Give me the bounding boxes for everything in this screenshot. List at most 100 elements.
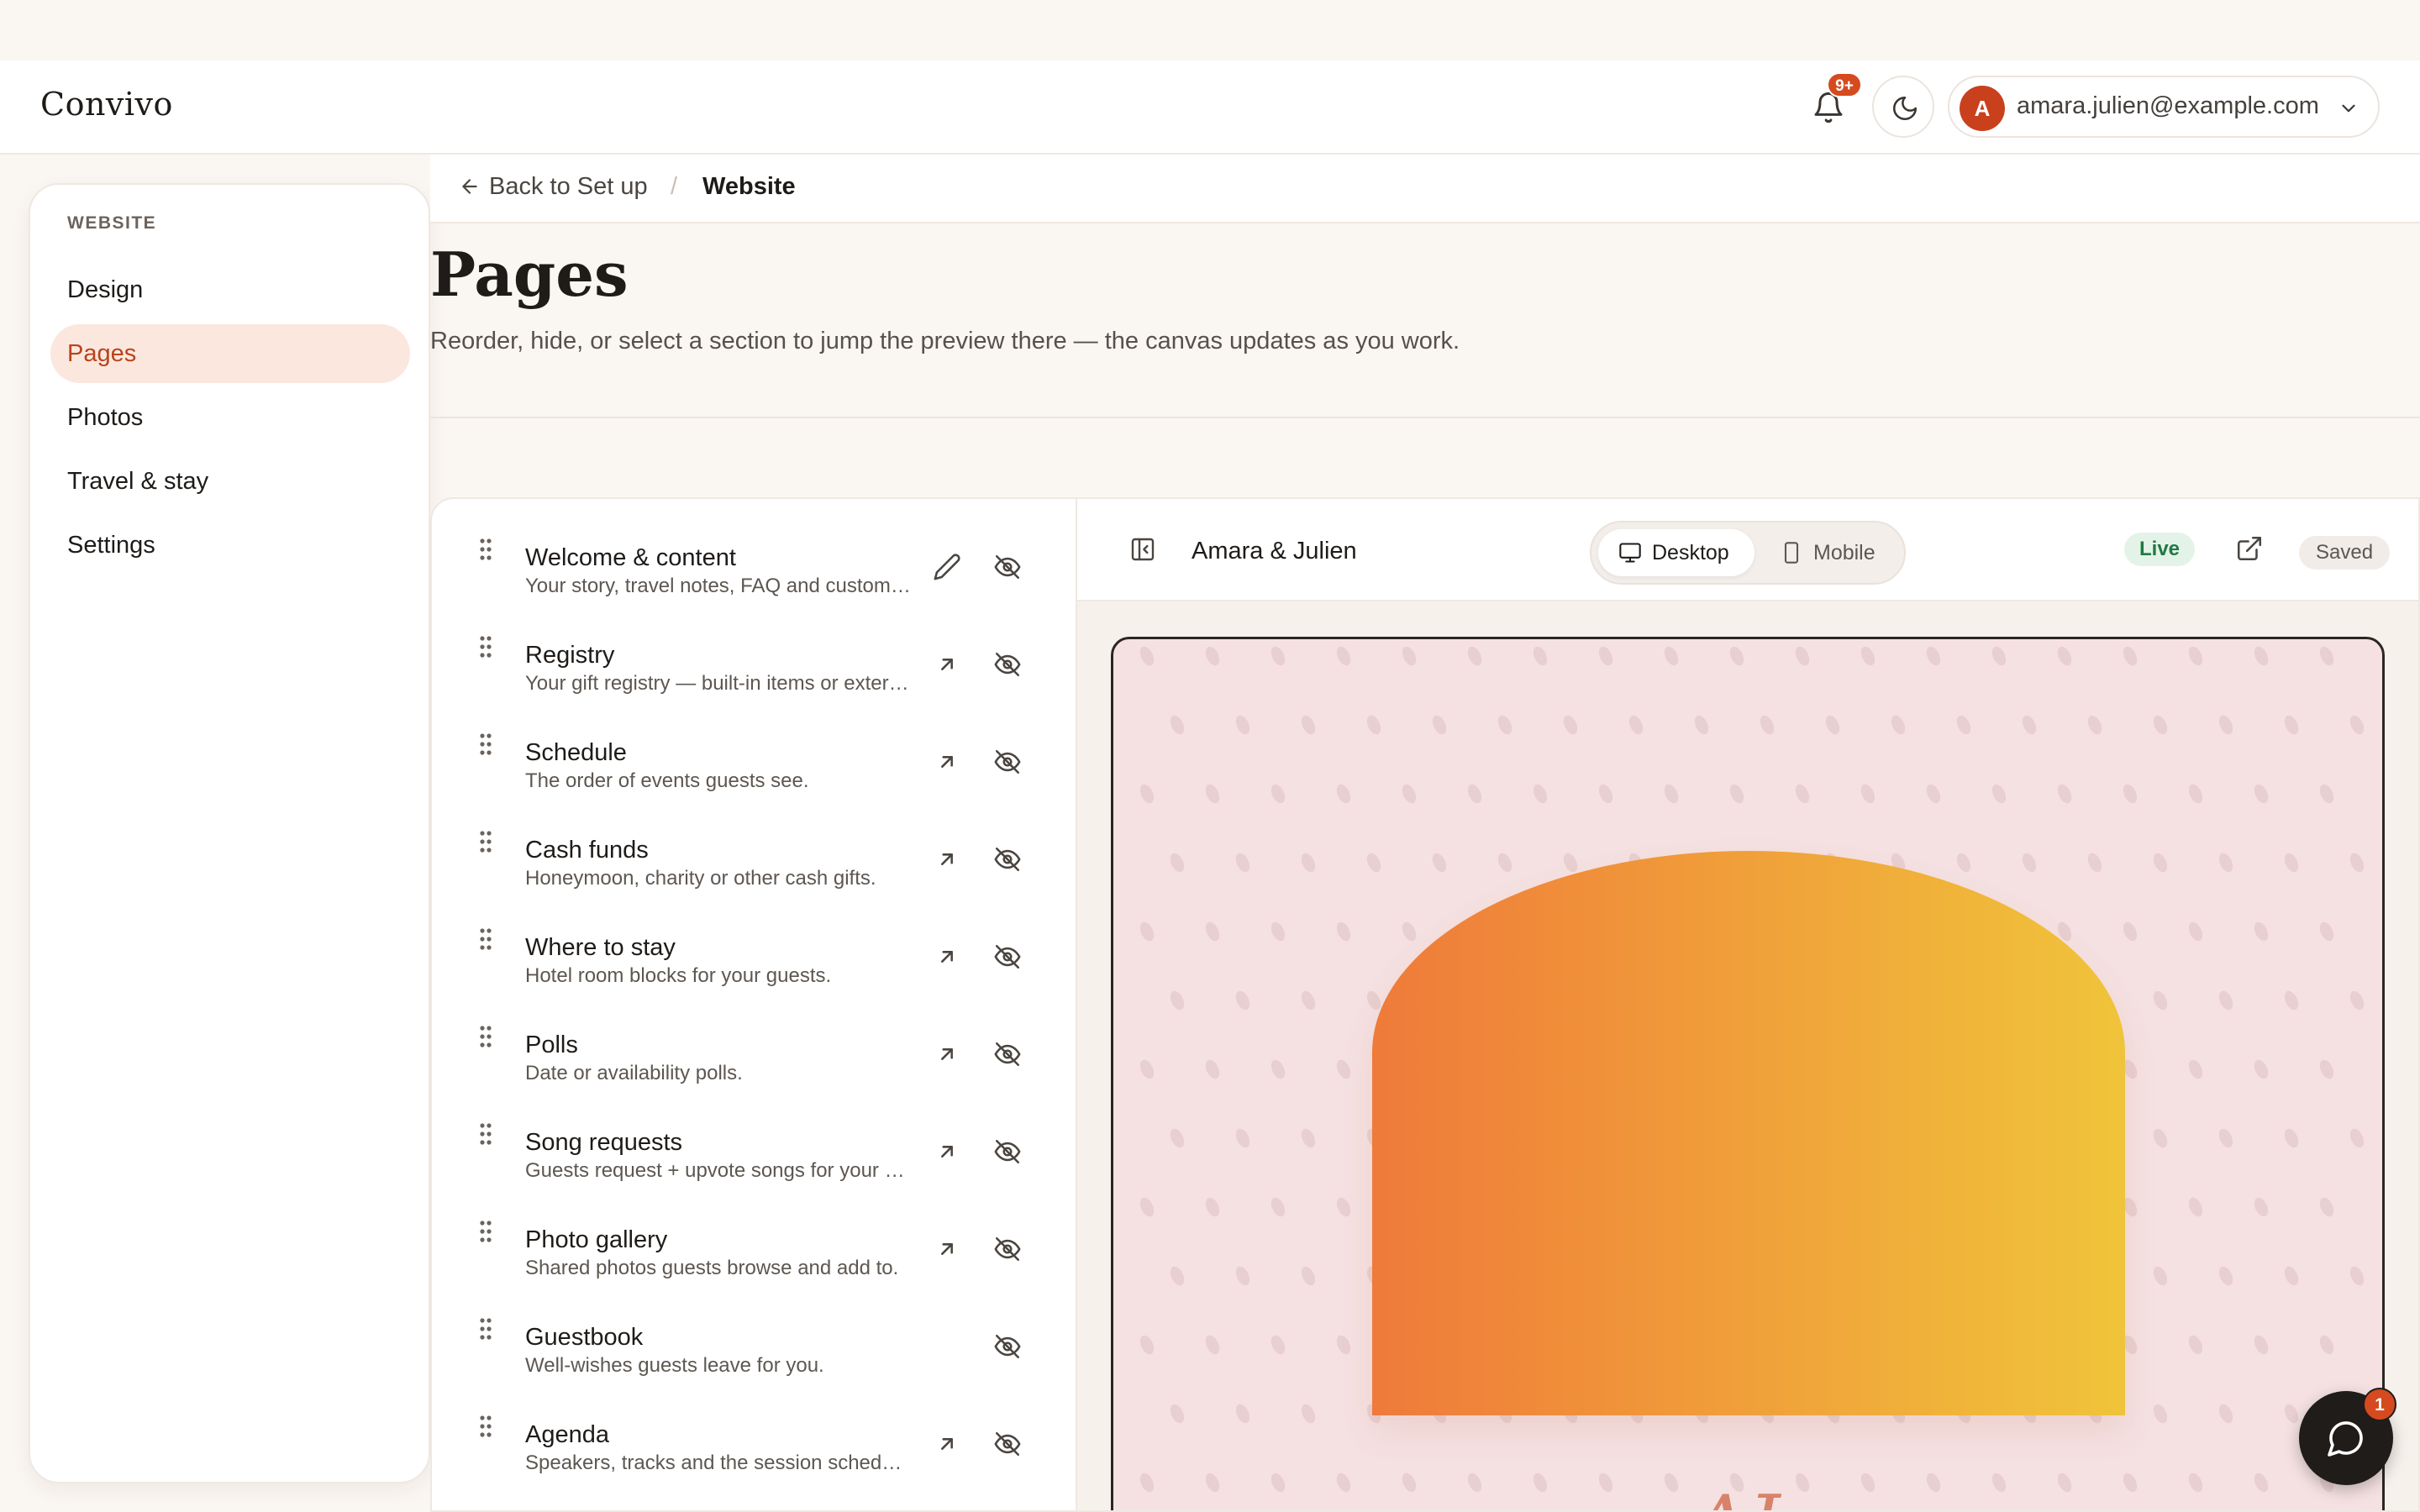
chat-bubble-icon (2328, 1421, 2363, 1457)
page-subtitle: Reorder, hide, or select a section to ju… (430, 328, 1460, 354)
sidebar-item-design[interactable]: Design (50, 260, 410, 319)
drag-handle-icon[interactable] (479, 635, 492, 659)
section-title: Guestbook (525, 1324, 644, 1351)
user-menu-button[interactable]: A amara.julien@example.com (1948, 76, 2380, 138)
breadcrumb-separator: / (671, 173, 678, 200)
desktop-label: Desktop (1652, 541, 1729, 564)
app-logo[interactable]: Convivo (40, 86, 173, 123)
workspace: Welcome & content Your story, travel note… (430, 497, 2420, 1512)
hide-eye-icon[interactable] (993, 845, 1022, 874)
sidebar-item-settings[interactable]: Settings (50, 516, 410, 575)
list-item[interactable]: Song requests Guests request + upvote son… (432, 1084, 1077, 1182)
user-email: amara.julien@example.com (2017, 92, 2319, 119)
drag-handle-icon[interactable] (479, 1122, 492, 1146)
section-description: The order of events guests see. (525, 769, 809, 792)
list-item[interactable]: Schedule The order of events guests see. (432, 694, 1077, 792)
mobile-label: Mobile (1813, 541, 1876, 564)
section-title: Cash funds (525, 837, 649, 864)
mobile-view-button[interactable]: Mobile (1760, 529, 1899, 576)
edit-icon[interactable] (933, 553, 961, 581)
drag-handle-icon[interactable] (479, 538, 492, 561)
notifications-badge: 9+ (1827, 72, 1862, 97)
section-description: Guests request + upvote songs for your p… (525, 1159, 912, 1182)
preview-toolbar: Amara & Julien Desktop Mobile Live Saved (1077, 499, 2418, 601)
hide-eye-icon[interactable] (993, 942, 1022, 971)
phone-icon (1784, 542, 1799, 564)
section-title: Polls (525, 1032, 578, 1058)
monogram: AJ (1693, 1479, 1778, 1510)
list-item[interactable]: Guestbook Well-wishes guests leave for yo… (432, 1278, 1077, 1377)
section-title: Agenda (525, 1421, 609, 1448)
chevron-down-icon (2342, 104, 2355, 113)
preview-panel: Amara & Julien Desktop Mobile Live Saved… (1077, 499, 2418, 1510)
back-label: Back to Set up (489, 173, 648, 200)
section-description: Your gift registry — built-in items or e… (525, 672, 912, 695)
section-description: Hotel room blocks for your guests. (525, 964, 832, 987)
open-arrow-icon[interactable] (933, 1040, 961, 1068)
section-description: Speakers, tracks and the session schedul… (525, 1452, 912, 1474)
drag-handle-icon[interactable] (479, 1025, 492, 1048)
theme-toggle-button[interactable] (1872, 76, 1934, 138)
drag-handle-icon[interactable] (479, 732, 492, 756)
app-header: Convivo 9+ A amara.julien@example.com (0, 60, 2420, 155)
sidebar-item-photos[interactable]: Photos (50, 388, 410, 447)
list-item[interactable]: Registry Your gift registry — built-in it… (432, 596, 1077, 695)
breadcrumb-current: Website (702, 173, 796, 200)
external-link-icon[interactable] (2235, 534, 2264, 563)
section-title: Where to stay (525, 934, 676, 961)
sidebar-item-travel[interactable]: Travel & stay (50, 452, 410, 511)
drag-handle-icon[interactable] (479, 927, 492, 951)
drag-handle-icon[interactable] (479, 1415, 492, 1438)
hero-arch-image (1372, 851, 2125, 1415)
list-item[interactable]: Where to stay Hotel room blocks for your … (432, 889, 1077, 987)
divider (430, 417, 2420, 418)
breadcrumb: Back to Set up / Website (430, 155, 2420, 223)
top-strip (0, 0, 2420, 60)
hide-eye-icon[interactable] (993, 1040, 1022, 1068)
section-description: Shared photos guests browse and add to. (525, 1257, 899, 1279)
hide-eye-icon[interactable] (993, 1332, 1022, 1361)
drag-handle-icon[interactable] (479, 830, 492, 853)
list-item[interactable]: Welcome & content Your story, travel note… (432, 499, 1077, 597)
device-toggle: Desktop Mobile (1590, 521, 1906, 585)
page-title: Pages (430, 239, 629, 310)
hide-eye-icon[interactable] (993, 748, 1022, 776)
drag-handle-icon[interactable] (479, 1220, 492, 1243)
hide-eye-icon[interactable] (993, 1430, 1022, 1458)
open-arrow-icon[interactable] (933, 1235, 961, 1263)
drag-handle-icon[interactable] (479, 1317, 492, 1341)
avatar: A (1960, 86, 2005, 131)
section-title: Song requests (525, 1129, 683, 1156)
back-to-setup-link[interactable]: Back to Set up (459, 173, 648, 201)
hide-eye-icon[interactable] (993, 553, 1022, 581)
save-state-badge: Saved (2299, 536, 2391, 570)
arrow-left-icon (462, 179, 477, 194)
section-title: Welcome & content (525, 544, 736, 571)
list-item[interactable]: Agenda Speakers, tracks and the session s… (432, 1376, 1077, 1474)
hide-eye-icon[interactable] (993, 650, 1022, 679)
open-arrow-icon[interactable] (933, 1430, 961, 1458)
site-name: Amara & Julien (1192, 538, 1357, 564)
open-arrow-icon[interactable] (933, 845, 961, 874)
status-badge: Live (2124, 533, 2196, 566)
hide-eye-icon[interactable] (993, 1235, 1022, 1263)
section-list: Welcome & content Your story, travel note… (432, 499, 1077, 1510)
hide-eye-icon[interactable] (993, 1137, 1022, 1166)
list-item[interactable]: Cash funds Honeymoon, charity or other ca… (432, 791, 1077, 890)
open-arrow-icon[interactable] (933, 942, 961, 971)
open-arrow-icon[interactable] (933, 1137, 961, 1166)
list-item[interactable]: Photo gallery Shared photos guests browse… (432, 1181, 1077, 1279)
list-item[interactable]: Polls Date or availability polls. (432, 986, 1077, 1084)
section-title: Schedule (525, 739, 627, 766)
open-arrow-icon[interactable] (933, 650, 961, 679)
open-arrow-icon[interactable] (933, 748, 961, 776)
section-title: Registry (525, 642, 615, 669)
desktop-view-button[interactable]: Desktop (1598, 529, 1754, 576)
collapse-panel-icon[interactable] (1129, 536, 1156, 563)
moon-icon (1892, 96, 1918, 121)
site-preview-canvas[interactable]: AJ (1111, 637, 2385, 1510)
section-description: Your story, travel notes, FAQ and custom… (525, 575, 912, 597)
section-description: Honeymoon, charity or other cash gifts. (525, 867, 876, 890)
sidebar-item-pages[interactable]: Pages (50, 324, 410, 383)
monitor-icon (1619, 543, 1641, 563)
